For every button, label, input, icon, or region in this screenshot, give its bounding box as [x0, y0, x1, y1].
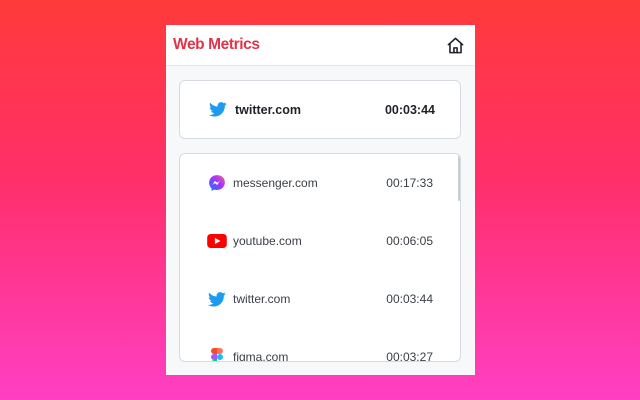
- list-item[interactable]: figma.com 00:03:27: [180, 337, 460, 362]
- site-domain: twitter.com: [233, 292, 291, 306]
- site-domain: youtube.com: [233, 234, 302, 248]
- app-title: Web Metrics: [173, 36, 260, 53]
- home-icon: [447, 37, 463, 53]
- site-list[interactable]: messenger.com 00:17:33 youtube.com 00:06…: [179, 153, 461, 362]
- list-item[interactable]: youtube.com 00:06:05: [180, 221, 460, 261]
- home-button[interactable]: [445, 35, 465, 55]
- current-site-time: 00:03:44: [384, 102, 435, 117]
- site-time: 00:06:05: [386, 234, 433, 248]
- messenger-icon: [207, 173, 227, 193]
- site-time: 00:17:33: [386, 176, 433, 190]
- site-time: 00:03:27: [386, 350, 433, 362]
- list-item[interactable]: messenger.com 00:17:33: [180, 163, 460, 203]
- figma-icon: [207, 347, 227, 361]
- list-item[interactable]: twitter.com 00:03:44: [180, 279, 460, 319]
- twitter-icon: [207, 289, 227, 309]
- extension-popup: Web Metrics twitter.com 00:03:44 messeng…: [166, 25, 475, 375]
- header: Web Metrics: [166, 25, 475, 66]
- site-time: 00:03:44: [386, 292, 433, 306]
- current-site-card: twitter.com 00:03:44: [179, 80, 461, 139]
- site-domain: figma.com: [233, 350, 289, 362]
- site-domain: messenger.com: [233, 176, 318, 190]
- youtube-icon: [207, 231, 227, 251]
- current-site-domain: twitter.com: [235, 102, 301, 117]
- twitter-icon: [208, 100, 228, 120]
